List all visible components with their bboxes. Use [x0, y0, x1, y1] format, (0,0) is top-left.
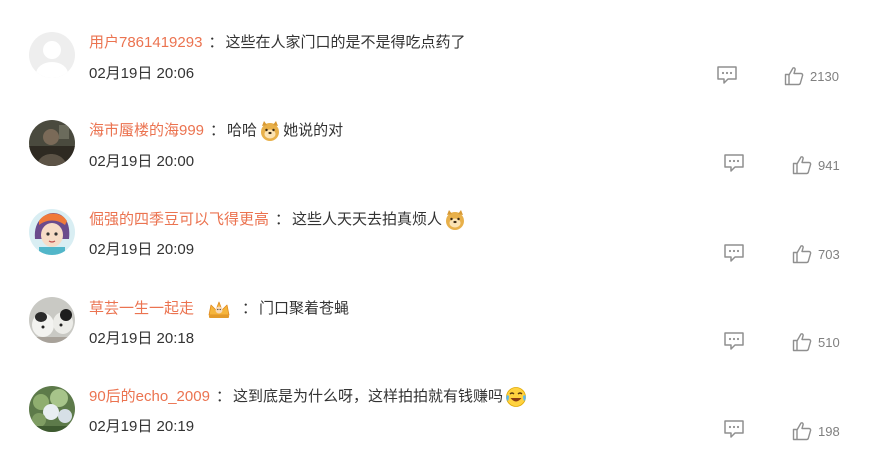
- dog-avatar-icon: [29, 297, 75, 343]
- like-count: 510: [818, 334, 840, 350]
- thumbs-up-icon: [792, 156, 812, 175]
- colon: ：: [242, 300, 258, 317]
- avatar[interactable]: [29, 386, 75, 432]
- reply-button[interactable]: [723, 153, 745, 173]
- colon: ：: [210, 122, 226, 139]
- comment-icon: [724, 244, 744, 262]
- reply-button[interactable]: [716, 65, 738, 85]
- comment-item: 90后的echo_2009 ： 这到底是为什么呀，这样拍拍就有钱赚吗 02月19…: [0, 378, 881, 466]
- comment-item: 海市蜃楼的海999 ： 哈哈 她说的对 02月19日 20:00 941: [0, 115, 881, 203]
- doge-emoji-icon: [444, 209, 466, 231]
- comment-icon: [717, 66, 737, 84]
- colon: ：: [208, 34, 224, 51]
- timestamp: 02月19日 20:18: [89, 330, 195, 347]
- colon: ：: [215, 388, 231, 405]
- timestamp: 02月19日 20:06: [89, 65, 195, 82]
- comment-item: 草芸一生一起走 ： 门口聚着苍蝇 02月19日 20:18 510: [0, 291, 881, 379]
- comment-text: 哈哈: [227, 122, 258, 139]
- comment-text: 这些人天天去拍真烦人: [292, 211, 443, 228]
- like-count: 2130: [810, 68, 839, 84]
- avatar[interactable]: [29, 297, 75, 343]
- thumbs-up-icon: [784, 67, 804, 86]
- timestamp: 02月19日 20:19: [89, 418, 195, 435]
- cartoon-girl-avatar-icon: [29, 209, 75, 255]
- avatar[interactable]: [29, 209, 75, 255]
- username-link[interactable]: 90后的echo_2009: [89, 385, 210, 409]
- crown-badge-icon[interactable]: [206, 298, 232, 320]
- timestamp: 02月19日 20:09: [89, 241, 195, 258]
- like-count: 703: [818, 246, 840, 262]
- thumbs-up-icon: [792, 245, 812, 264]
- comment-text: 门口聚着苍蝇: [259, 300, 350, 317]
- username-link[interactable]: 用户7861419293: [89, 31, 202, 55]
- like-button[interactable]: 941: [792, 154, 840, 176]
- comment-text-continued: 她说的对: [283, 122, 344, 139]
- username-link[interactable]: 草芸一生一起走: [89, 297, 194, 321]
- comment-item: 倔强的四季豆可以飞得更高 ： 这些人天天去拍真烦人 02月19日 20:09 7…: [0, 203, 881, 291]
- laugh-cry-emoji-icon: [505, 386, 527, 408]
- username-link[interactable]: 倔强的四季豆可以飞得更高: [89, 208, 269, 232]
- timestamp: 02月19日 20:00: [89, 153, 195, 170]
- avatar[interactable]: [29, 120, 75, 166]
- comment-text: 这些在人家门口的是不是得吃点药了: [225, 34, 466, 51]
- thumbs-up-icon: [792, 333, 812, 352]
- comment-icon: [724, 332, 744, 350]
- flower-avatar-icon: [29, 386, 75, 432]
- reply-button[interactable]: [723, 243, 745, 263]
- doge-emoji-icon: [259, 120, 281, 142]
- like-button[interactable]: 2130: [784, 65, 839, 87]
- like-count: 941: [818, 157, 840, 173]
- default-avatar-icon: [29, 32, 75, 78]
- like-button[interactable]: 510: [792, 331, 840, 353]
- reply-button[interactable]: [723, 331, 745, 351]
- username-link[interactable]: 海市蜃楼的海999: [89, 119, 204, 143]
- colon: ：: [275, 211, 291, 228]
- avatar[interactable]: [29, 32, 75, 78]
- like-button[interactable]: 703: [792, 243, 840, 265]
- like-count: 198: [818, 423, 840, 439]
- comment-item: 用户7861419293 ： 这些在人家门口的是不是得吃点药了 02月19日 2…: [0, 27, 881, 115]
- thumbs-up-icon: [792, 422, 812, 441]
- comment-icon: [724, 420, 744, 438]
- comment-text: 这到底是为什么呀，这样拍拍就有钱赚吗: [232, 388, 503, 405]
- photo-avatar-icon: [29, 120, 75, 166]
- like-button[interactable]: 198: [792, 420, 840, 442]
- reply-button[interactable]: [723, 419, 745, 439]
- comment-icon: [724, 154, 744, 172]
